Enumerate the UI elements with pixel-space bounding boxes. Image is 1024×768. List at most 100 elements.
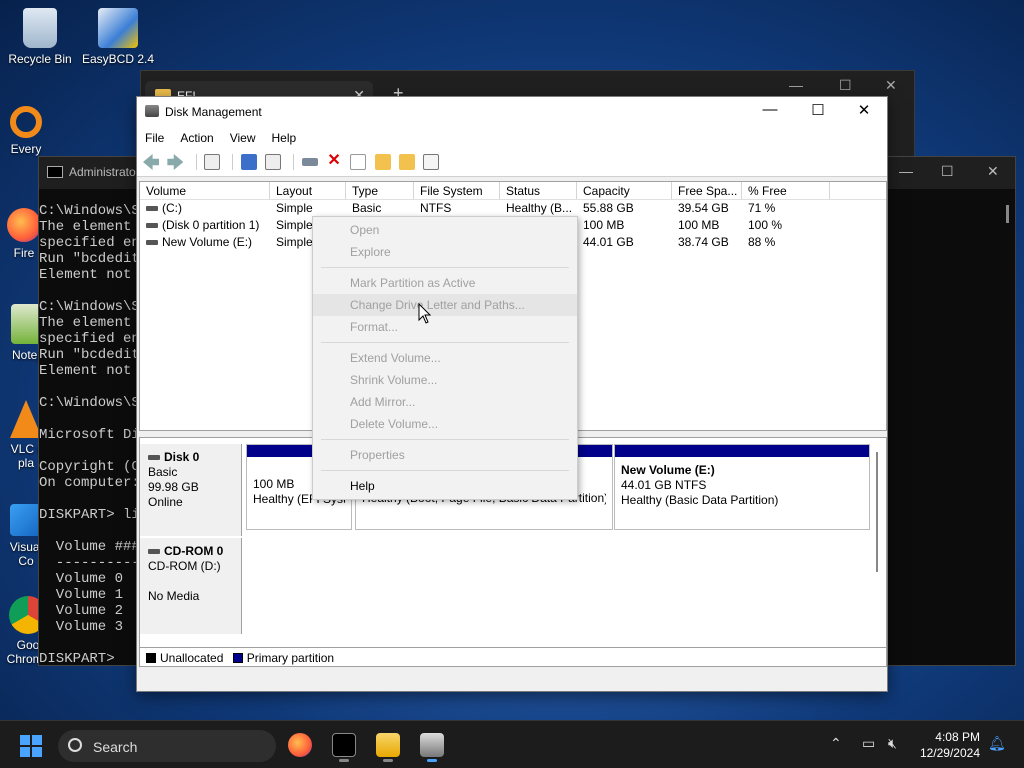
menu-action[interactable]: Action <box>172 131 221 145</box>
dm-titlebar[interactable]: Disk Management — ☐ ✕ <box>137 97 887 127</box>
menu-item-add-mirror[interactable]: Add Mirror... <box>313 391 577 413</box>
dm-title: Disk Management <box>165 105 262 119</box>
context-menu: Open Explore Mark Partition as Active Ch… <box>312 216 578 500</box>
desktop-icon-easybcd[interactable]: EasyBCD 2.4 <box>80 8 156 66</box>
menu-item-mark-active[interactable]: Mark Partition as Active <box>313 272 577 294</box>
column-volume[interactable]: Volume <box>140 182 270 199</box>
menu-item-format[interactable]: Format... <box>313 316 577 338</box>
disk-0-label[interactable]: Disk 0 Basic 99.98 GB Online <box>140 444 242 536</box>
disk-icon <box>148 455 160 461</box>
minimize-icon[interactable]: — <box>789 77 803 93</box>
search-folder-icon[interactable] <box>399 154 416 170</box>
clock[interactable]: 4:08 PM 12/29/2024 <box>920 729 980 761</box>
maximize-icon[interactable]: ☐ <box>839 77 852 94</box>
volume-free: 38.74 GB <box>678 235 729 249</box>
close-icon[interactable]: ✕ <box>987 163 999 180</box>
action-pane-icon[interactable] <box>265 154 282 170</box>
start-windows-icon[interactable] <box>20 735 42 757</box>
cmd-title: Administrato <box>69 165 136 179</box>
back-arrow-icon[interactable] <box>143 154 159 170</box>
column-layout[interactable]: Layout <box>270 182 346 199</box>
disk-area-scrollbar[interactable] <box>876 452 878 572</box>
close-icon[interactable]: ✕ <box>841 101 887 119</box>
desktop-icon-label: VLC r pla <box>10 442 42 470</box>
cdrom-0-label[interactable]: CD-ROM 0 CD-ROM (D:) No Media <box>140 538 242 634</box>
menu-item-delete-volume[interactable]: Delete Volume... <box>313 413 577 435</box>
delete-icon[interactable]: ✕ <box>326 153 342 170</box>
help-icon[interactable] <box>240 154 257 170</box>
desktop-icon-label: Fire <box>13 246 35 260</box>
legend-primary: Primary partition <box>246 651 335 665</box>
menu-help[interactable]: Help <box>264 131 305 145</box>
volume-free: 39.54 GB <box>678 201 729 215</box>
minimize-icon[interactable]: — <box>747 101 793 118</box>
cmd-scrollbar[interactable] <box>1006 205 1009 223</box>
volume-name: (C:) <box>162 201 182 215</box>
table-row[interactable]: (C:) Simple Basic NTFS Healthy (B... 55.… <box>140 200 886 217</box>
firefox-icon <box>7 208 41 242</box>
active-indicator <box>339 759 349 762</box>
maximize-icon[interactable]: ☐ <box>941 163 954 180</box>
folder-up-icon[interactable] <box>374 154 391 170</box>
chevron-up-icon[interactable]: ⌃ <box>830 735 842 752</box>
clock-time: 4:08 PM <box>935 730 980 744</box>
minimize-icon[interactable]: — <box>899 163 913 179</box>
desktop-icon-label: Recycle Bin <box>8 52 72 66</box>
search-icon <box>68 738 82 752</box>
legend: Unallocated Primary partition <box>139 647 887 667</box>
volume-name: New Volume (E:) <box>162 235 253 249</box>
column-capacity[interactable]: Capacity <box>577 182 672 199</box>
cdrom-media: No Media <box>148 589 200 603</box>
menu-item-help[interactable]: Help <box>313 475 577 497</box>
desktop-icon-recycle-bin[interactable]: Recycle Bin <box>2 8 78 66</box>
column-file-system[interactable]: File System <box>414 182 500 199</box>
properties-icon[interactable] <box>423 154 440 170</box>
menu-separator <box>321 342 569 343</box>
terminal-taskbar-icon[interactable] <box>332 733 356 757</box>
menu-item-explore[interactable]: Explore <box>313 241 577 263</box>
mouse-cursor-icon <box>418 303 432 324</box>
toolbar-separator <box>293 154 295 170</box>
menu-bar: File Action View Help <box>137 127 887 149</box>
volume-muted-icon[interactable]: 🔇︎ <box>888 735 897 752</box>
network-icon[interactable]: ▭ <box>862 735 875 752</box>
magnifier-icon <box>10 106 42 138</box>
firefox-taskbar-icon[interactable] <box>288 733 312 757</box>
legend-unallocated-swatch <box>146 653 156 663</box>
console-tree-icon[interactable] <box>204 154 221 170</box>
volume-type: Basic <box>352 201 382 215</box>
file-explorer-taskbar-icon[interactable] <box>376 733 400 757</box>
active-indicator <box>427 759 437 762</box>
menu-item-extend-volume[interactable]: Extend Volume... <box>313 347 577 369</box>
menu-view[interactable]: View <box>222 131 264 145</box>
volume-status: Healthy (B... <box>506 201 573 215</box>
column-type[interactable]: Type <box>346 182 414 199</box>
menu-item-open[interactable]: Open <box>313 219 577 241</box>
disk-size: 99.98 GB <box>148 480 199 494</box>
column-free-space[interactable]: Free Spa... <box>672 182 742 199</box>
menu-separator <box>321 439 569 440</box>
terminal-output[interactable]: C:\Windows\S The element specified en Ru… <box>39 203 140 667</box>
menu-item-shrink-volume[interactable]: Shrink Volume... <box>313 369 577 391</box>
volume-list-header: Volume Layout Type File System Status Ca… <box>140 182 886 200</box>
close-icon[interactable]: ✕ <box>885 77 897 94</box>
toolbar-separator <box>232 154 234 170</box>
check-icon[interactable] <box>350 154 367 170</box>
notification-bell-icon[interactable]: 🔔︎ <box>988 735 1006 752</box>
column-status[interactable]: Status <box>500 182 577 199</box>
desktop-icon-everything[interactable]: Every <box>0 106 64 156</box>
menu-item-change-drive-letter[interactable]: Change Drive Letter and Paths... <box>313 294 577 316</box>
active-indicator <box>383 759 393 762</box>
legend-primary-swatch <box>232 653 243 663</box>
disk-management-taskbar-icon[interactable] <box>420 733 444 757</box>
menu-file[interactable]: File <box>137 131 172 145</box>
search-box[interactable]: Search <box>58 730 276 762</box>
connect-icon[interactable] <box>301 158 318 166</box>
partition-e[interactable]: New Volume (E:) 44.01 GB NTFS Healthy (B… <box>614 444 870 530</box>
maximize-icon[interactable]: ☐ <box>795 101 841 119</box>
column-percent-free[interactable]: % Free <box>742 182 830 199</box>
volume-layout: Simple <box>276 201 313 215</box>
volume-pct-free: 88 % <box>748 235 776 249</box>
forward-arrow-icon[interactable] <box>167 154 184 170</box>
menu-item-properties[interactable]: Properties <box>313 444 577 466</box>
